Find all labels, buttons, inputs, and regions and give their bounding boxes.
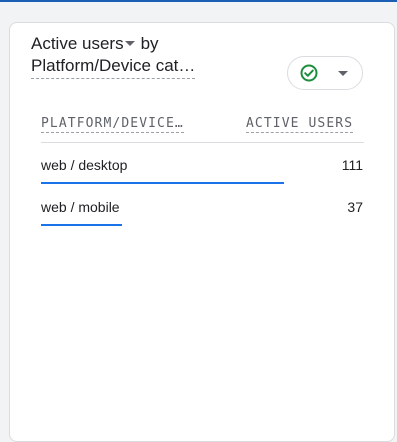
metric-dropdown[interactable]: Active users: [31, 33, 141, 55]
metric-label: Active users: [31, 34, 124, 53]
row-value: 111: [341, 157, 363, 173]
card-title: Active users by Platform/Device cat…: [31, 33, 271, 79]
row-share-bar: [41, 182, 284, 184]
column-header-platform[interactable]: PLATFORM/DEVICE…: [41, 116, 184, 133]
chevron-down-icon: [338, 71, 348, 76]
row-value: 37: [347, 199, 363, 215]
row-label: web / mobile: [41, 199, 120, 215]
column-header-active-users[interactable]: ACTIVE USERS: [246, 116, 354, 133]
dimension-label[interactable]: Platform/Device cat…: [31, 55, 196, 79]
check-circle-icon: [300, 64, 318, 82]
header-divider: [41, 142, 364, 143]
top-divider: [0, 0, 397, 2]
status-dropdown[interactable]: [287, 56, 363, 90]
caret-down-icon: [124, 40, 135, 46]
by-label: by: [140, 34, 159, 53]
row-label: web / desktop: [41, 157, 128, 173]
row-share-bar: [41, 224, 122, 226]
